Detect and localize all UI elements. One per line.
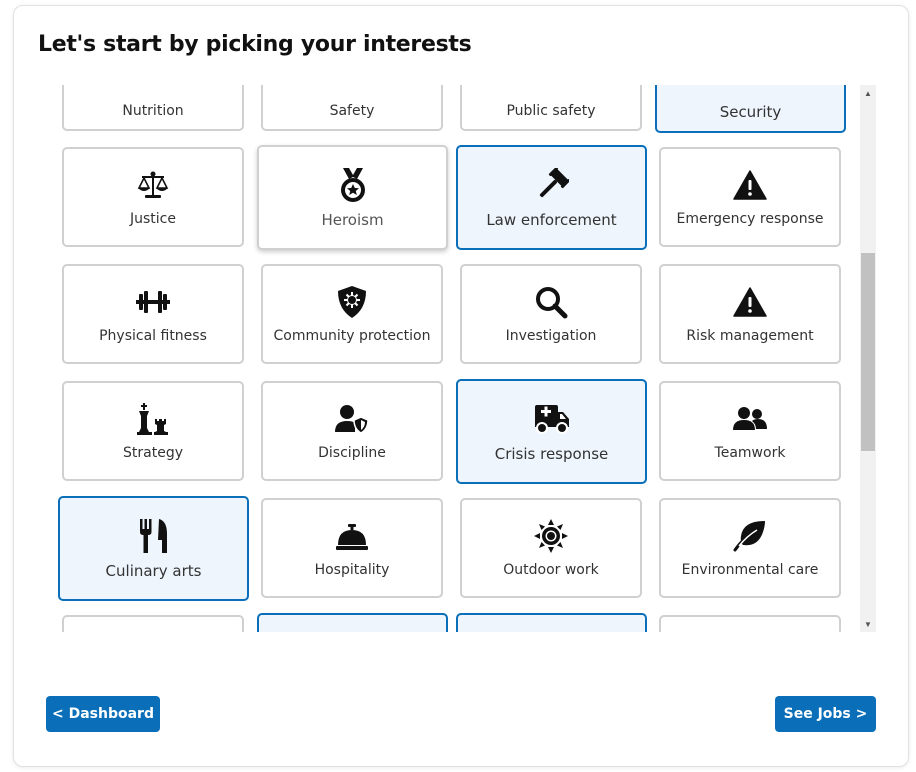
tile-security[interactable]: Security xyxy=(655,85,846,133)
tile-discipline[interactable]: Discipline xyxy=(261,381,443,481)
tile-partial[interactable] xyxy=(659,615,841,632)
tile-teamwork[interactable]: Teamwork xyxy=(659,381,841,481)
tile-label: Emergency response xyxy=(676,211,824,227)
tile-nutrition[interactable]: Nutrition xyxy=(62,85,244,131)
tile-partial-selected[interactable] xyxy=(456,613,647,632)
shield-virus-icon xyxy=(334,284,370,320)
users-icon xyxy=(732,401,768,437)
tile-community-protection[interactable]: Community protection xyxy=(261,264,443,364)
tile-culinary-arts[interactable]: Culinary arts xyxy=(58,496,249,601)
utensils-icon xyxy=(136,518,172,554)
page-title: Let's start by picking your interests xyxy=(38,32,472,57)
interests-grid: Nutrition Safety Public safety Security … xyxy=(40,85,860,632)
tile-label: Environmental care xyxy=(681,562,819,578)
tile-emergency-response[interactable]: Emergency response xyxy=(659,147,841,247)
tile-label: Investigation xyxy=(505,328,597,344)
tile-partial[interactable] xyxy=(62,615,244,632)
tile-hospitality[interactable]: Hospitality xyxy=(261,498,443,598)
tile-label: Public safety xyxy=(506,103,596,119)
tile-label: Outdoor work xyxy=(503,562,599,578)
tile-partial-selected[interactable] xyxy=(257,613,448,632)
user-shield-icon xyxy=(334,401,370,437)
dumbbell-icon xyxy=(135,284,171,320)
scroll-down-icon[interactable]: ▼ xyxy=(860,616,876,632)
tile-label: Risk management xyxy=(686,328,814,344)
sun-icon xyxy=(533,518,569,554)
tile-physical-fitness[interactable]: Physical fitness xyxy=(62,264,244,364)
see-jobs-button[interactable]: See Jobs > xyxy=(775,696,876,732)
tile-crisis-response[interactable]: Crisis response xyxy=(456,379,647,484)
tile-safety[interactable]: Safety xyxy=(261,85,443,131)
tile-label: Teamwork xyxy=(714,445,786,461)
scrollbar[interactable]: ▲ ▼ xyxy=(860,85,876,632)
scroll-thumb[interactable] xyxy=(861,253,875,451)
ambulance-icon xyxy=(534,401,570,437)
tile-label: Community protection xyxy=(273,328,431,344)
tile-label: Safety xyxy=(329,103,375,119)
medal-icon xyxy=(335,167,371,203)
scroll-up-icon[interactable]: ▲ xyxy=(860,85,876,101)
tile-law-enforcement[interactable]: Law enforcement xyxy=(456,145,647,250)
tile-strategy[interactable]: Strategy xyxy=(62,381,244,481)
chess-icon xyxy=(135,401,171,437)
concierge-bell-icon xyxy=(334,518,370,554)
tile-label: Law enforcement xyxy=(486,210,617,229)
tile-label: Culinary arts xyxy=(105,561,202,580)
tile-risk-management[interactable]: Risk management xyxy=(659,264,841,364)
tile-environmental-care[interactable]: Environmental care xyxy=(659,498,841,598)
warning-icon xyxy=(732,284,768,320)
scales-icon xyxy=(135,167,171,203)
tile-label: Physical fitness xyxy=(99,328,207,344)
leaf-icon xyxy=(732,518,768,554)
gavel-icon xyxy=(534,167,570,203)
tile-outdoor-work[interactable]: Outdoor work xyxy=(460,498,642,598)
tile-investigation[interactable]: Investigation xyxy=(460,264,642,364)
tile-label: Discipline xyxy=(318,445,386,461)
tile-label: Hospitality xyxy=(314,562,390,578)
tile-justice[interactable]: Justice xyxy=(62,147,244,247)
tile-label: Heroism xyxy=(321,210,384,229)
tile-label: Crisis response xyxy=(494,444,609,463)
dashboard-button[interactable]: < Dashboard xyxy=(46,696,160,732)
tile-public-safety[interactable]: Public safety xyxy=(460,85,642,131)
tile-label: Justice xyxy=(130,211,176,227)
warning-icon xyxy=(732,167,768,203)
tile-heroism[interactable]: Heroism xyxy=(257,145,448,250)
tile-label: Security xyxy=(719,103,782,121)
magnifier-icon xyxy=(533,284,569,320)
tile-label: Strategy xyxy=(123,445,183,461)
tile-label: Nutrition xyxy=(122,103,184,119)
